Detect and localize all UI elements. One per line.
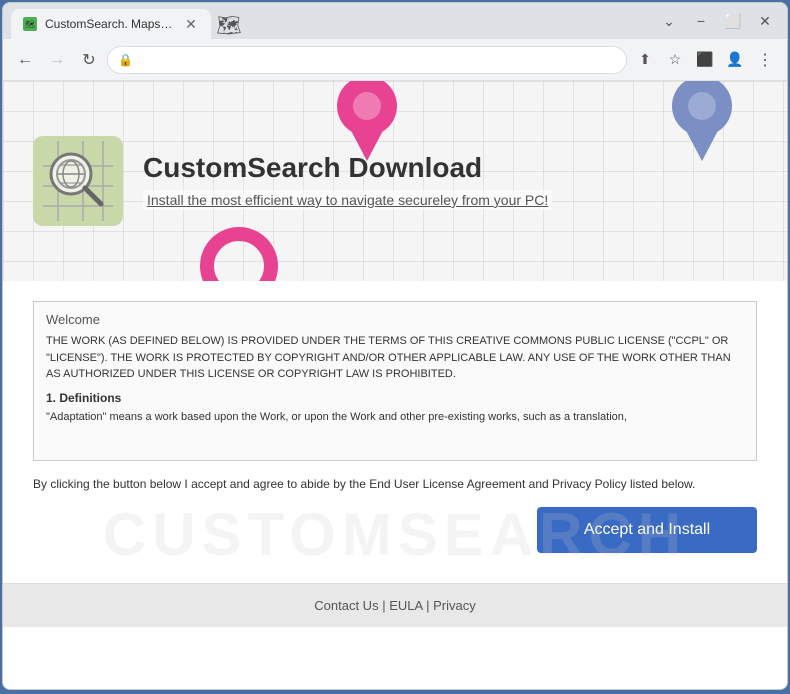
eula-definitions-heading: 1. Definitions: [46, 391, 744, 405]
browser-window: 🗺 CustomSearch. Maps for PC.. ✕ 🗺 ⌄ − ⬜ …: [2, 2, 788, 690]
contact-us-link[interactable]: Contact Us: [314, 598, 378, 613]
back-button[interactable]: ←: [11, 46, 39, 74]
eula-definitions-text: "Adaptation" means a work based upon the…: [46, 409, 744, 426]
tab-favicon: 🗺: [23, 17, 37, 31]
title-bar: 🗺 CustomSearch. Maps for PC.. ✕ 🗺 ⌄ − ⬜ …: [3, 3, 787, 39]
app-logo: [33, 136, 123, 226]
star-icon[interactable]: ☆: [661, 46, 689, 74]
reload-button[interactable]: ↻: [75, 46, 103, 74]
eula-welcome-label: Welcome: [46, 312, 744, 327]
footer-separator-2: |: [426, 598, 429, 613]
page-footer: Contact Us | EULA | Privacy: [3, 583, 787, 627]
close-button[interactable]: ✕: [751, 7, 779, 35]
logo-svg: [33, 136, 123, 226]
profile-icon[interactable]: 👤: [721, 46, 749, 74]
lock-icon: 🔒: [118, 53, 133, 67]
chevron-down-icon[interactable]: ⌄: [655, 7, 683, 35]
hero-section: CustomSearch Download Install the most e…: [3, 81, 787, 281]
active-tab[interactable]: 🗺 CustomSearch. Maps for PC.. ✕: [11, 9, 211, 39]
nav-actions: ⬆ ☆ ⬛ 👤 ⋮: [631, 46, 779, 74]
eula-text-box[interactable]: Welcome THE WORK (AS DEFINED BELOW) IS P…: [33, 301, 757, 461]
footer-separator-1: |: [382, 598, 385, 613]
address-bar[interactable]: 🔒: [107, 46, 627, 74]
hero-text-block: CustomSearch Download Install the most e…: [143, 152, 757, 210]
forward-button[interactable]: →: [43, 46, 71, 74]
tabs-area: 🗺 CustomSearch. Maps for PC.. ✕ 🗺: [11, 3, 651, 39]
extensions-icon[interactable]: ⬛: [691, 46, 719, 74]
pink-ring-svg: [199, 226, 279, 281]
accept-install-button[interactable]: Accept and Install: [537, 507, 757, 553]
tab-close-button[interactable]: ✕: [183, 16, 199, 32]
maximize-button[interactable]: ⬜: [719, 7, 747, 35]
hero-subtitle-text: Install the most efficient way to naviga…: [147, 192, 548, 208]
minimize-button[interactable]: −: [687, 7, 715, 35]
page-content: CustomSearch Download Install the most e…: [3, 81, 787, 689]
nav-bar: ← → ↻ 🔒 ⬆ ☆ ⬛ 👤 ⋮: [3, 39, 787, 81]
share-icon[interactable]: ⬆: [631, 46, 659, 74]
hero-subtitle: Install the most efficient way to naviga…: [143, 190, 552, 210]
page-title: CustomSearch Download: [143, 152, 757, 184]
agree-text: By clicking the button below I accept an…: [33, 475, 757, 493]
menu-icon[interactable]: ⋮: [751, 46, 779, 74]
eula-link[interactable]: EULA: [389, 598, 422, 613]
eula-section: CUSTOMSEARCH Welcome THE WORK (AS DEFINE…: [3, 281, 787, 583]
tab-title: CustomSearch. Maps for PC..: [45, 17, 175, 31]
new-tab-button[interactable]: 🗺: [215, 11, 243, 39]
window-controls: ⌄ − ⬜ ✕: [655, 7, 779, 35]
accept-button-row: Accept and Install: [33, 507, 757, 553]
eula-body-text: THE WORK (AS DEFINED BELOW) IS PROVIDED …: [46, 333, 744, 383]
pink-ring-bottom: [199, 226, 279, 281]
privacy-link[interactable]: Privacy: [433, 598, 476, 613]
